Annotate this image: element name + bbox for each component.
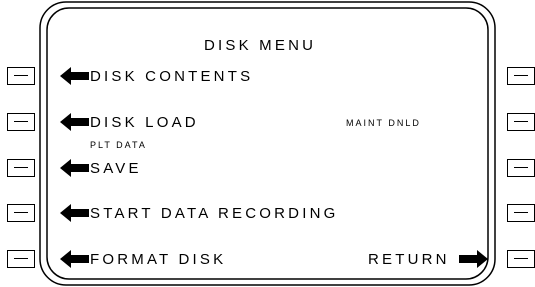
option-save-caption: PLT DATA xyxy=(90,140,147,150)
left-line-select-key-3[interactable] xyxy=(7,159,35,177)
option-start-data-recording[interactable]: START DATA RECORDING xyxy=(90,206,338,221)
right-line-select-key-5[interactable] xyxy=(507,250,535,268)
left-arrow-icon xyxy=(60,159,89,177)
left-arrow-icon xyxy=(60,204,89,222)
option-disk-contents[interactable]: DISK CONTENTS xyxy=(90,69,253,84)
right-arrow-icon xyxy=(459,250,488,268)
left-arrow-icon xyxy=(60,67,89,85)
option-format-disk[interactable]: FORMAT DISK xyxy=(90,252,226,267)
left-line-select-key-1[interactable] xyxy=(7,67,35,85)
page-title: DISK MENU xyxy=(204,37,317,54)
right-line-select-key-4[interactable] xyxy=(507,204,535,222)
option-return[interactable]: RETURN xyxy=(368,252,450,267)
right-line-select-key-2[interactable] xyxy=(507,113,535,131)
right-line-select-key-1[interactable] xyxy=(507,67,535,85)
option-save[interactable]: SAVE xyxy=(90,161,142,176)
left-line-select-key-5[interactable] xyxy=(7,250,35,268)
left-arrow-icon xyxy=(60,113,89,131)
option-disk-load[interactable]: DISK LOAD xyxy=(90,115,199,130)
left-arrow-icon xyxy=(60,250,89,268)
left-line-select-key-4[interactable] xyxy=(7,204,35,222)
left-line-select-key-2[interactable] xyxy=(7,113,35,131)
right-line-select-key-3[interactable] xyxy=(507,159,535,177)
option-maint-dnld[interactable]: MAINT DNLD xyxy=(346,119,421,128)
